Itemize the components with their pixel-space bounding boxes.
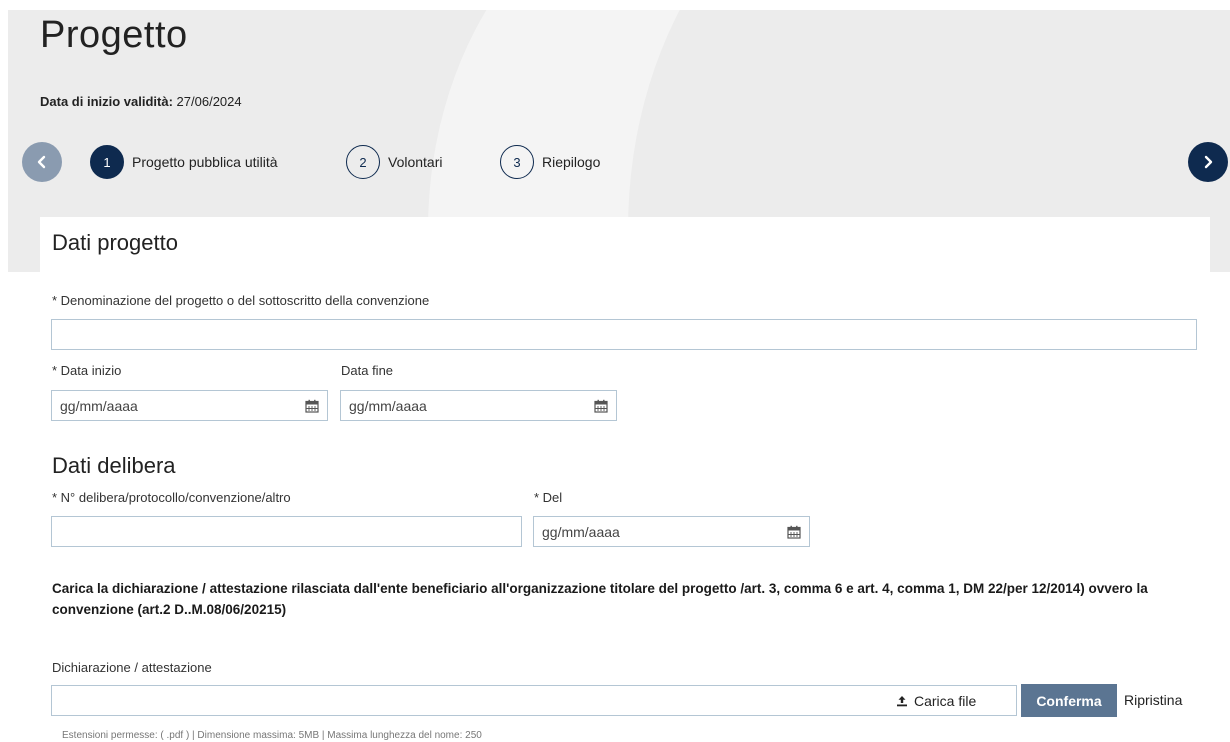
dichiarazione-file-input[interactable] bbox=[51, 685, 1017, 716]
numero-delibera-label: * N° delibera/protocollo/convenzione/alt… bbox=[52, 490, 291, 505]
validity-date: Data di inizio validità: 27/06/2024 bbox=[40, 94, 242, 109]
confirm-button[interactable]: Conferma bbox=[1021, 684, 1117, 717]
data-inizio-input[interactable]: gg/mm/aaaa bbox=[51, 390, 328, 421]
step-riepilogo[interactable]: 3 Riepilogo bbox=[500, 145, 600, 179]
upload-hint: Estensioni permesse: ( .pdf ) | Dimensio… bbox=[62, 730, 482, 741]
del-date-input[interactable]: gg/mm/aaaa bbox=[533, 516, 810, 547]
section-title-dati-delibera: Dati delibera bbox=[52, 453, 176, 478]
step-number: 2 bbox=[346, 145, 380, 179]
calendar-icon[interactable] bbox=[305, 399, 319, 413]
section-title-dati-progetto: Dati progetto bbox=[52, 230, 178, 255]
upload-icon bbox=[897, 695, 907, 706]
step-label: Volontari bbox=[388, 154, 443, 170]
data-inizio-label: * Data inizio bbox=[52, 363, 122, 378]
denominazione-label: * Denominazione del progetto o del sotto… bbox=[52, 293, 430, 308]
upload-file-button[interactable]: Carica file bbox=[896, 685, 976, 716]
step-progetto[interactable]: 1 Progetto pubblica utilità bbox=[90, 145, 278, 179]
previous-step-button[interactable] bbox=[22, 142, 62, 182]
validity-value: 27/06/2024 bbox=[176, 94, 242, 109]
data-fine-input[interactable]: gg/mm/aaaa bbox=[340, 390, 617, 421]
calendar-icon[interactable] bbox=[787, 525, 801, 539]
chevron-left-icon bbox=[37, 155, 46, 169]
step-label: Riepilogo bbox=[542, 154, 601, 170]
denominazione-input[interactable] bbox=[51, 319, 1197, 350]
dichiarazione-label: Dichiarazione / attestazione bbox=[52, 660, 212, 675]
del-label: * Del bbox=[534, 490, 563, 505]
page-title: Progetto bbox=[40, 14, 188, 56]
validity-label: Data di inizio validità: bbox=[40, 94, 173, 109]
step-label: Progetto pubblica utilità bbox=[132, 154, 278, 170]
step-number: 1 bbox=[90, 145, 124, 179]
chevron-right-icon bbox=[1204, 155, 1213, 169]
upload-label: Carica file bbox=[914, 692, 977, 709]
data-fine-label: Data fine bbox=[341, 363, 394, 378]
step-number: 3 bbox=[500, 145, 534, 179]
reset-button[interactable]: Ripristina bbox=[1124, 692, 1182, 708]
upload-instructions: Carica la dichiarazione / attestazione r… bbox=[52, 581, 1148, 617]
numero-delibera-input[interactable] bbox=[51, 516, 522, 547]
date-placeholder: gg/mm/aaaa bbox=[542, 523, 620, 540]
step-volontari[interactable]: 2 Volontari bbox=[346, 145, 442, 179]
date-placeholder: gg/mm/aaaa bbox=[60, 397, 138, 414]
date-placeholder: gg/mm/aaaa bbox=[349, 397, 427, 414]
calendar-icon[interactable] bbox=[594, 399, 608, 413]
next-step-button[interactable] bbox=[1188, 142, 1228, 182]
